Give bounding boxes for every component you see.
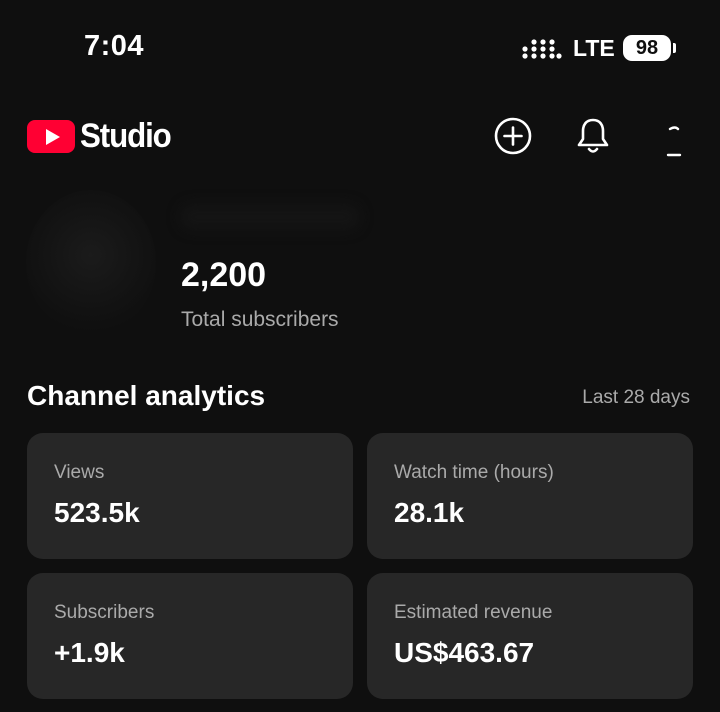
metric-label: Watch time (hours) bbox=[394, 462, 554, 483]
metric-value: 523.5k bbox=[54, 497, 140, 528]
total-subscribers-label: Total subscribers bbox=[181, 308, 339, 331]
youtube-studio-logo[interactable]: Studio bbox=[27, 116, 179, 155]
metric-label: Views bbox=[54, 462, 105, 483]
metric-card-subscribers[interactable]: Subscribers +1.9k bbox=[27, 573, 353, 699]
status-time: 7:04 bbox=[84, 30, 145, 62]
create-icon bbox=[494, 117, 532, 155]
channel-summary: 2,200 Total subscribers bbox=[0, 190, 720, 350]
logo-text: Studio bbox=[80, 116, 172, 155]
channel-name-blurred bbox=[180, 204, 360, 230]
total-subscribers-count: 2,200 bbox=[181, 256, 267, 294]
metric-value: US$463.67 bbox=[394, 637, 535, 668]
metric-card-estimated-revenue[interactable]: Estimated revenue US$463.67 bbox=[367, 573, 693, 699]
status-bar: 7:04 LTE 98 bbox=[0, 0, 720, 100]
app-header: Studio bbox=[0, 100, 720, 180]
metric-card-views[interactable]: Views 523.5k bbox=[27, 433, 353, 559]
network-type: LTE bbox=[573, 35, 615, 61]
youtube-play-icon bbox=[27, 119, 75, 153]
account-icon bbox=[666, 126, 682, 157]
channel-avatar[interactable] bbox=[26, 190, 156, 335]
battery-tip bbox=[673, 43, 676, 53]
notifications-icon bbox=[577, 118, 609, 153]
metric-value: +1.9k bbox=[54, 637, 125, 668]
metric-label: Estimated revenue bbox=[394, 602, 553, 623]
metric-value: 28.1k bbox=[394, 497, 465, 528]
notifications-button[interactable] bbox=[571, 114, 615, 158]
battery-indicator: 98 bbox=[623, 35, 671, 61]
analytics-period[interactable]: Last 28 days bbox=[582, 387, 690, 409]
account-button[interactable] bbox=[660, 112, 696, 160]
metric-card-watch-time[interactable]: Watch time (hours) 28.1k bbox=[367, 433, 693, 559]
create-button[interactable] bbox=[491, 114, 535, 158]
cellular-signal-icon bbox=[522, 39, 562, 59]
analytics-title: Channel analytics bbox=[27, 380, 266, 411]
metric-label: Subscribers bbox=[54, 602, 155, 623]
